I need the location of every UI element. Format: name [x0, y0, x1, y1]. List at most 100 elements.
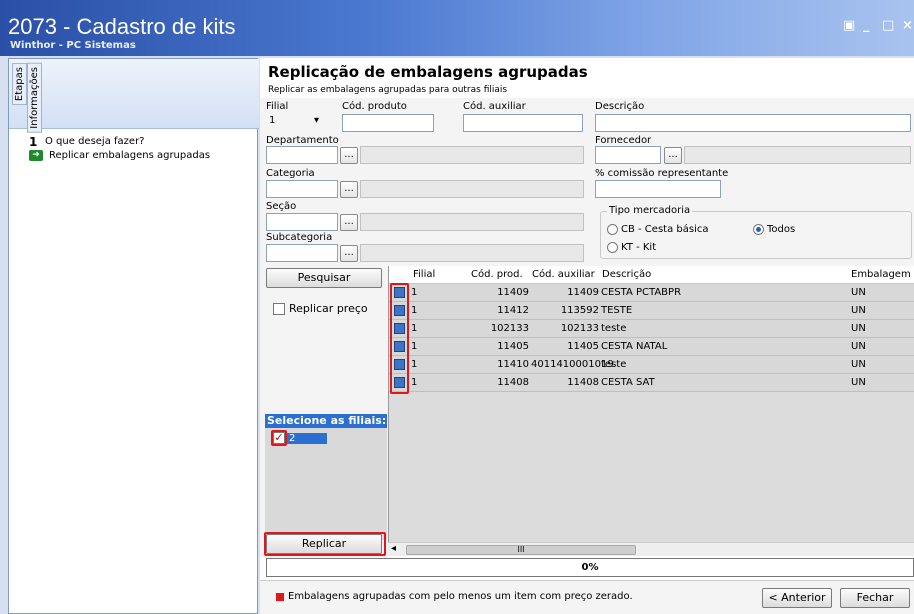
radio-kit[interactable]: KT - Kit — [607, 242, 656, 253]
cell-cod-prod: 11405 — [497, 341, 529, 352]
tipo-mercadoria-label: Tipo mercadoria — [607, 205, 693, 216]
highlight-filial — [271, 430, 287, 446]
checkbox-unchecked-icon — [273, 302, 285, 315]
secao-code-input[interactable] — [266, 213, 338, 231]
radio-label: CB - Cesta básica — [621, 224, 709, 235]
cell-descricao: CESTA PCTABPR — [601, 287, 682, 298]
departamento-code-input[interactable] — [266, 146, 338, 164]
table-row[interactable]: 1 11412 113592 TESTE UN — [389, 302, 914, 320]
cell-cod-aux: 113592 — [560, 305, 599, 316]
filiais-panel: Selecione as filiais: ✓ 2 — [265, 414, 387, 540]
scroll-grip: III — [517, 545, 525, 554]
sidebar-tabs: Etapas Informações — [9, 59, 259, 133]
table-row[interactable]: 1 11409 11409 CESTA PCTABPR UN — [389, 284, 914, 302]
minimize-icon[interactable]: _ — [863, 18, 870, 33]
step-number: 1 — [29, 134, 38, 149]
filial-select[interactable]: 1 ▾ — [266, 113, 328, 131]
cell-descricao: teste — [601, 359, 627, 370]
categoria-desc — [360, 180, 584, 198]
restore-icon[interactable]: ▣ — [843, 18, 855, 33]
cell-filial: 1 — [411, 359, 418, 370]
secao-lookup-button[interactable]: ... — [340, 214, 358, 231]
scroll-thumb[interactable]: III — [406, 545, 636, 555]
cell-filial: 1 — [411, 377, 418, 388]
col-descricao[interactable]: Descrição — [602, 269, 651, 280]
subcategoria-code-input[interactable] — [266, 244, 338, 262]
cod-produto-label: Cód. produto — [342, 101, 407, 112]
replicar-preco-checkbox[interactable]: Replicar preço — [273, 302, 368, 315]
radio-label: Todos — [767, 224, 796, 235]
tab-informacoes[interactable]: Informações — [27, 63, 42, 133]
table-header: Filial Cód. prod. Cód. auxiliar Descriçã… — [389, 266, 914, 284]
radio-label: KT - Kit — [621, 242, 657, 253]
secao-desc — [360, 213, 584, 231]
fornecedor-lookup-button[interactable]: ... — [664, 147, 682, 164]
filial-label: Filial — [266, 101, 289, 112]
departamento-desc — [360, 146, 584, 164]
radio-todos[interactable]: Todos — [753, 224, 795, 235]
subcategoria-lookup-button[interactable]: ... — [340, 245, 358, 262]
close-icon[interactable]: × — [902, 18, 913, 33]
table-row[interactable]: 1 11405 11405 CESTA NATAL UN — [389, 338, 914, 356]
cell-descricao: CESTA SAT — [601, 377, 655, 388]
cell-cod-prod: 11412 — [497, 305, 529, 316]
secao-label: Seção — [266, 201, 297, 212]
descricao-label: Descrição — [595, 101, 645, 112]
col-cod-auxiliar[interactable]: Cód. auxiliar — [532, 269, 595, 280]
subcategoria-desc — [360, 244, 584, 262]
table-empty-area — [389, 392, 914, 544]
col-cod-prod[interactable]: Cód. prod. — [471, 269, 523, 280]
radio-off-icon — [607, 224, 618, 235]
cell-descricao: CESTA NATAL — [601, 341, 668, 352]
col-filial[interactable]: Filial — [413, 269, 435, 280]
cell-descricao: teste — [601, 323, 627, 334]
progress-bar: 0% — [266, 558, 914, 577]
page-title: Replicação de embalagens agrupadas — [268, 63, 588, 81]
categoria-lookup-button[interactable]: ... — [340, 181, 358, 198]
descricao-input[interactable] — [595, 114, 911, 132]
cell-embalagem: UN — [851, 305, 866, 316]
window-subtitle: Winthor - PC Sistemas — [10, 40, 136, 51]
fornecedor-code-input[interactable] — [595, 146, 661, 164]
subcategoria-label: Subcategoria — [266, 232, 333, 243]
legend-swatch-icon — [276, 593, 284, 601]
col-embalagem[interactable]: Embalagem — [851, 269, 911, 280]
radio-off-icon — [607, 242, 618, 253]
legend-text: Embalagens agrupadas com pelo menos um i… — [288, 591, 633, 602]
step-item[interactable]: 1 O que deseja fazer? — [19, 134, 210, 149]
scroll-left-icon[interactable]: ◂ — [391, 543, 396, 554]
cell-filial: 1 — [411, 305, 418, 316]
radio-on-icon — [753, 224, 764, 235]
fechar-button[interactable]: Fechar — [840, 588, 910, 608]
chevron-down-icon: ▾ — [314, 115, 320, 126]
cell-filial: 1 — [411, 323, 418, 334]
fornecedor-desc — [684, 146, 911, 164]
step-label: O que deseja fazer? — [45, 136, 145, 147]
anterior-button[interactable]: < Anterior — [762, 588, 832, 608]
main-panel: Replicação de embalagens agrupadas Repli… — [260, 58, 914, 614]
step-item-current[interactable]: ➜ Replicar embalagens agrupadas — [19, 149, 210, 162]
cod-produto-input[interactable] — [342, 114, 434, 132]
results-table[interactable]: Filial Cód. prod. Cód. auxiliar Descriçã… — [388, 266, 914, 544]
step-label: Replicar embalagens agrupadas — [49, 150, 211, 161]
table-row[interactable]: 1 11408 11408 CESTA SAT UN — [389, 374, 914, 392]
step-list: 1 O que deseja fazer? ➜ Replicar embalag… — [19, 135, 210, 162]
title-bar: 2073 - Cadastro de kits Winthor - PC Sis… — [0, 0, 914, 56]
cell-cod-aux: 4011410001019 — [531, 359, 614, 370]
table-row[interactable]: 1 11410 4011410001019 teste UN — [389, 356, 914, 374]
highlight-row-icons — [390, 283, 409, 394]
tab-etapas[interactable]: Etapas — [12, 63, 27, 106]
window-title: 2073 - Cadastro de kits — [8, 14, 236, 39]
departamento-lookup-button[interactable]: ... — [340, 147, 358, 164]
maximize-icon[interactable]: □ — [882, 18, 894, 33]
horizontal-scrollbar[interactable]: ◂ III — [388, 542, 914, 556]
categoria-code-input[interactable] — [266, 180, 338, 198]
cell-descricao: TESTE — [601, 305, 633, 316]
progress-text: 0% — [581, 562, 599, 573]
table-row[interactable]: 1 102133 102133 teste UN — [389, 320, 914, 338]
pesquisar-button[interactable]: Pesquisar — [266, 268, 382, 288]
cod-auxiliar-input[interactable] — [463, 114, 583, 132]
cell-embalagem: UN — [851, 377, 866, 388]
comissao-input[interactable] — [595, 180, 721, 198]
radio-cesta-basica[interactable]: CB - Cesta básica — [607, 224, 708, 235]
